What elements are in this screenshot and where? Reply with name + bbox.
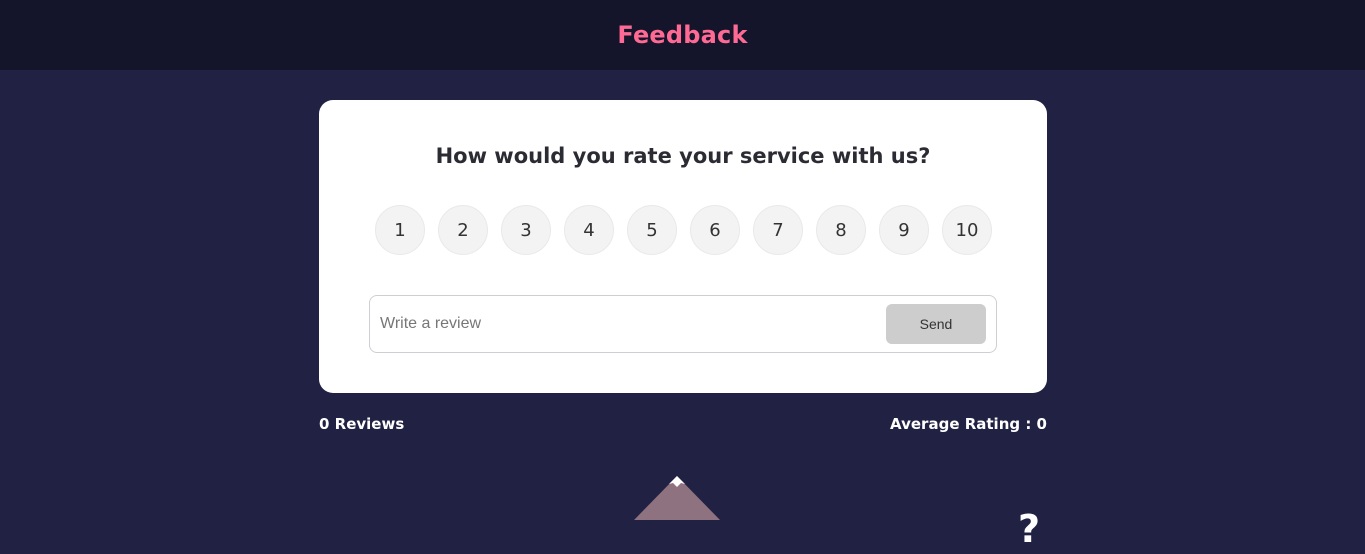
rating-option-10[interactable]: 10 bbox=[942, 205, 992, 255]
rating-option-8[interactable]: 8 bbox=[816, 205, 866, 255]
app-header: Feedback bbox=[0, 0, 1365, 70]
rating-option-6[interactable]: 6 bbox=[690, 205, 740, 255]
mountain-icon bbox=[634, 476, 720, 520]
rating-option-3[interactable]: 3 bbox=[501, 205, 551, 255]
rating-option-5[interactable]: 5 bbox=[627, 205, 677, 255]
average-rating: Average Rating : 0 bbox=[890, 415, 1047, 433]
question-mark-icon[interactable]: ? bbox=[1018, 510, 1040, 548]
rating-option-9[interactable]: 9 bbox=[879, 205, 929, 255]
review-input[interactable] bbox=[380, 315, 886, 333]
rating-option-7[interactable]: 7 bbox=[753, 205, 803, 255]
feedback-card: How would you rate your service with us?… bbox=[319, 100, 1047, 393]
rating-option-4[interactable]: 4 bbox=[564, 205, 614, 255]
review-count: 0 Reviews bbox=[319, 415, 405, 433]
review-form: Send bbox=[369, 295, 997, 353]
rating-option-1[interactable]: 1 bbox=[375, 205, 425, 255]
rating-question: How would you rate your service with us? bbox=[435, 144, 931, 168]
rating-options: 1 2 3 4 5 6 7 8 9 10 bbox=[375, 205, 992, 255]
page-title: Feedback bbox=[617, 21, 748, 49]
send-button[interactable]: Send bbox=[886, 304, 986, 344]
rating-option-2[interactable]: 2 bbox=[438, 205, 488, 255]
